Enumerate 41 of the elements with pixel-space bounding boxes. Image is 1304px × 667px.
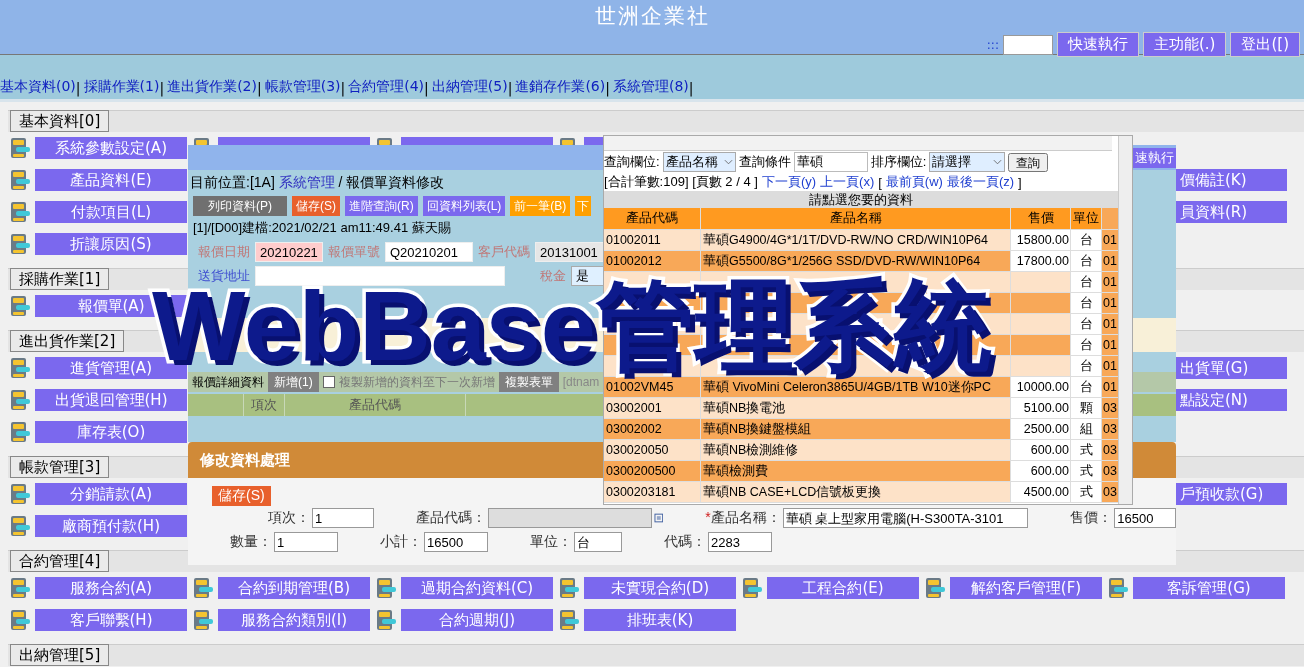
dialog-title: 修改資料處理: [200, 450, 290, 470]
field-label: *產品名稱：: [705, 509, 781, 527]
field-label: 單位：: [530, 533, 572, 551]
field-label: 項次：: [268, 509, 310, 527]
bracket-text: [: [878, 174, 882, 190]
nav-separator: |: [75, 80, 81, 96]
bracket-text: ]: [1018, 174, 1022, 190]
table-header-cell: 產品代碼: [604, 208, 701, 229]
table-caption: 請點選您要的資料: [604, 191, 1118, 208]
condition-label: 查詢條件: [738, 153, 791, 171]
table-header-cell: 產品名稱: [701, 208, 1011, 229]
quick-prefix: :::: [986, 37, 999, 52]
field-label: 客戶代碼: [478, 243, 530, 261]
nav-separator: |: [605, 80, 610, 96]
nav-separator: |: [507, 80, 513, 96]
field-label: 小計：: [380, 533, 422, 551]
record-count: [合計筆數:109] [頁數 2 / 4 ]: [604, 173, 758, 191]
field-label: 報價日期: [198, 243, 250, 261]
table-header-cell: 產品代碼: [285, 394, 466, 416]
field-label: 稅金: [540, 267, 566, 285]
created-info: [1]/[D00]建檔:2021/02/21 am11:49.41 蘇天賜: [193, 220, 451, 235]
nav-separator: |: [256, 80, 262, 96]
breadcrumb-page: / 報價單資料修改: [338, 174, 445, 190]
detail-title: 報價詳細資料: [192, 373, 264, 391]
field-label: 售價：: [1070, 509, 1113, 527]
nav-separator: |: [688, 80, 694, 96]
breadcrumb-prefix: 目前位置:[1A]: [190, 174, 275, 190]
field-label: 數量：: [230, 533, 272, 551]
table-header-cell: 項次: [244, 394, 285, 416]
checkbox-label: 複製新增的資料至下一次新增: [338, 373, 495, 391]
nav-separator: |: [424, 80, 429, 96]
query-label: 查詢欄位:: [604, 153, 660, 171]
nav-separator: |: [340, 80, 346, 96]
field-label: 代碼：: [664, 533, 706, 551]
sort-label: 排序欄位:: [870, 153, 927, 171]
nav-separator: |: [159, 80, 165, 96]
field-label: 報價單號: [328, 243, 380, 261]
table-header-cell: 售價: [1011, 208, 1071, 229]
field-label: 產品代碼：: [415, 509, 486, 527]
company-title: 世洲企業社: [594, 3, 710, 30]
dtname-text: [dtnam: [562, 375, 600, 389]
